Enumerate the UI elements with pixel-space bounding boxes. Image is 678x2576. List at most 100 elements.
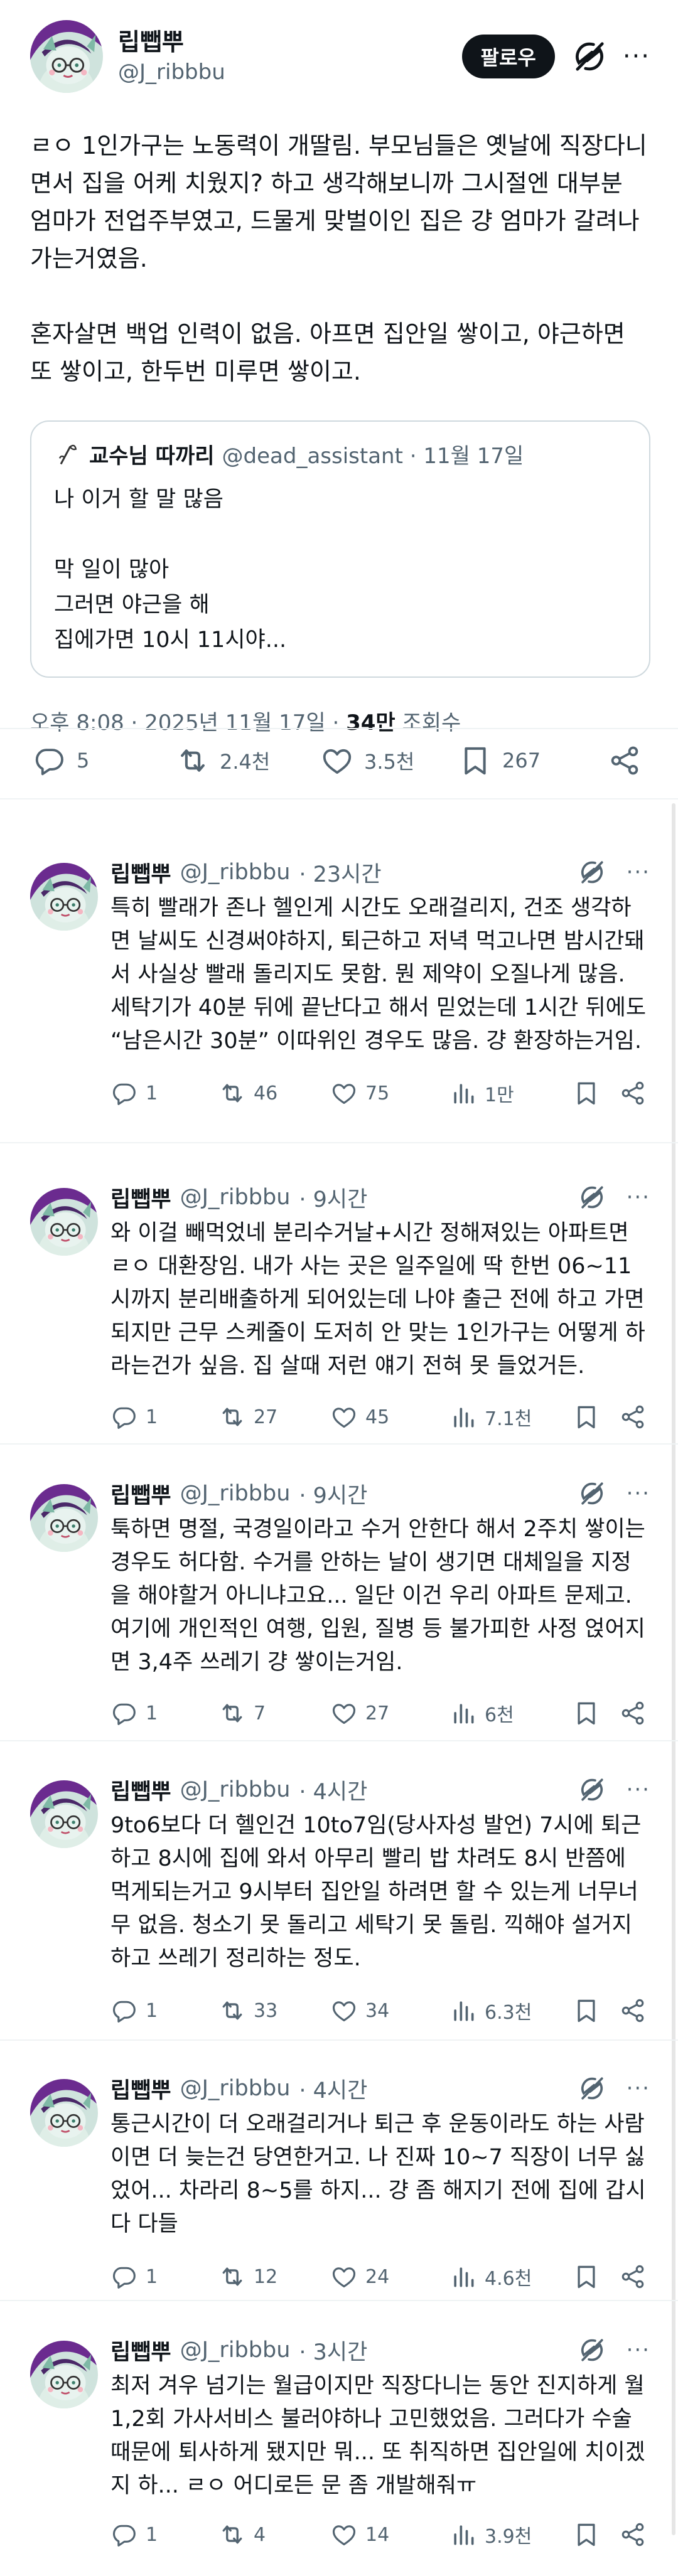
share-button[interactable] xyxy=(608,744,652,778)
like-button[interactable]: 27 xyxy=(330,1699,389,1727)
author-handle[interactable]: @J_ribbbu xyxy=(118,58,462,87)
reply-text: 툭하면 명절, 국경일이라고 수거 안한다 해서 2주치 쌓이는 경우도 허다함… xyxy=(110,1517,653,1675)
timestamp-text[interactable]: 오후 8:08 · 2025년 11월 17일 · xyxy=(30,710,346,735)
more-options-icon[interactable]: ··· xyxy=(627,860,650,885)
grok-icon[interactable] xyxy=(573,40,606,73)
views-button[interactable]: 1만 xyxy=(449,1079,514,1107)
more-options-icon[interactable]: ··· xyxy=(627,2338,650,2363)
author-handle[interactable]: @J_ribbbu xyxy=(180,1481,291,1506)
more-options-icon[interactable]: ··· xyxy=(627,2076,650,2101)
author-name[interactable]: 립뺍뿌 xyxy=(110,1774,171,1806)
avatar[interactable] xyxy=(30,1484,98,1552)
author-handle[interactable]: @J_ribbbu xyxy=(180,2076,291,2101)
bookmark-button[interactable]: 267 xyxy=(458,744,541,778)
reply-time[interactable]: · 4시간 xyxy=(299,2073,367,2105)
reply-time[interactable]: · 4시간 xyxy=(299,1774,367,1806)
reply-header: 립뺍뿌 @J_ribbbu · 23시간 ··· xyxy=(110,857,650,888)
reply-time[interactable]: · 23시간 xyxy=(299,857,381,889)
repost-button[interactable]: 46 xyxy=(218,1079,277,1107)
views-button[interactable]: 3.9천 xyxy=(449,2521,532,2548)
reply-header: 립뺍뿌 @J_ribbbu · 4시간 ··· xyxy=(110,2073,650,2104)
repost-button[interactable]: 2.4천 xyxy=(176,744,270,778)
grok-icon[interactable] xyxy=(579,2075,605,2102)
quoted-author-meta: @dead_assistant · 11월 17일 xyxy=(222,443,524,469)
share-button[interactable] xyxy=(619,1403,647,1431)
views-button[interactable]: 4.6천 xyxy=(449,2263,532,2290)
grok-icon[interactable] xyxy=(579,2337,605,2363)
reply-time[interactable]: · 9시간 xyxy=(299,1478,367,1510)
like-button[interactable]: 14 xyxy=(330,2521,389,2548)
like-button[interactable]: 75 xyxy=(330,1079,389,1107)
avatar[interactable] xyxy=(30,2341,98,2408)
reply-button[interactable]: 1 xyxy=(110,1079,158,1107)
author-handle[interactable]: @J_ribbbu xyxy=(180,1185,291,1210)
views-button[interactable]: 6.3천 xyxy=(449,1997,532,2024)
like-button[interactable]: 45 xyxy=(330,1403,389,1431)
bookmark-button[interactable] xyxy=(573,1699,608,1727)
views-count: 34만 xyxy=(346,710,396,735)
avatar[interactable] xyxy=(30,863,98,931)
like-button[interactable]: 24 xyxy=(330,2263,389,2290)
avatar[interactable] xyxy=(30,20,103,93)
bookmark-icon xyxy=(573,2263,600,2290)
reply-button[interactable]: 1 xyxy=(110,1403,158,1431)
more-options-icon[interactable]: ··· xyxy=(623,42,650,71)
repost-button[interactable]: 27 xyxy=(218,1403,277,1431)
views-label: 조회수 xyxy=(395,710,461,735)
author-name[interactable]: 립뺍뿌 xyxy=(110,1182,171,1214)
share-button[interactable] xyxy=(619,2521,647,2548)
like-button[interactable]: 34 xyxy=(330,1997,389,2024)
author-name[interactable]: 립뺍뿌 xyxy=(110,2334,171,2366)
author-name[interactable]: 립뺍뿌 xyxy=(110,857,171,889)
views-button[interactable]: 7.1천 xyxy=(449,1403,532,1431)
repost-button[interactable]: 33 xyxy=(218,1997,277,2024)
share-button[interactable] xyxy=(619,2263,647,2290)
reply-time[interactable]: · 9시간 xyxy=(299,1182,367,1214)
repost-button[interactable]: 7 xyxy=(218,1699,266,1727)
share-button[interactable] xyxy=(619,1997,647,2024)
grok-icon[interactable] xyxy=(579,1480,605,1507)
grok-icon[interactable] xyxy=(579,859,605,885)
reply-button[interactable]: 1 xyxy=(110,1997,158,2024)
share-button[interactable] xyxy=(619,1699,647,1727)
quoted-post-text: 나 이거 할 말 많음 막 일이 많아 그러면 야근을 해 집에가면 10시 1… xyxy=(54,487,287,653)
author-name[interactable]: 립뺍뿌 xyxy=(118,26,462,58)
repost-button[interactable]: 12 xyxy=(218,2263,277,2290)
like-button[interactable]: 3.5천 xyxy=(320,744,414,778)
quoted-post[interactable]: 교수님 따까리 @dead_assistant · 11월 17일 나 이거 할… xyxy=(30,420,650,678)
scrollbar[interactable] xyxy=(672,803,675,2535)
bookmark-button[interactable] xyxy=(573,1079,608,1107)
more-options-icon[interactable]: ··· xyxy=(627,1481,650,1506)
reply-time[interactable]: · 3시간 xyxy=(299,2334,367,2366)
reply-button[interactable]: 5 xyxy=(33,744,89,778)
author-handle[interactable]: @J_ribbbu xyxy=(180,860,291,885)
reply-button[interactable]: 1 xyxy=(110,1699,158,1727)
views-button[interactable]: 6천 xyxy=(449,1699,514,1727)
repost-button[interactable]: 4 xyxy=(218,2521,266,2548)
grok-icon[interactable] xyxy=(579,1777,605,1803)
bookmark-button[interactable] xyxy=(573,1403,608,1431)
reply-text: 특히 빨래가 존나 헬인게 시간도 오래걸리지, 건조 생각하면 날씨도 신경써… xyxy=(110,895,654,1054)
bookmark-icon xyxy=(573,1079,600,1107)
quoted-author-avatar-icon xyxy=(59,444,77,465)
avatar[interactable] xyxy=(30,1780,98,1848)
bookmark-button[interactable] xyxy=(573,1997,608,2024)
reply-icon xyxy=(110,2521,138,2548)
more-options-icon[interactable]: ··· xyxy=(627,1185,650,1210)
repost-icon xyxy=(218,1079,246,1107)
share-button[interactable] xyxy=(619,1079,647,1107)
bookmark-button[interactable] xyxy=(573,2263,608,2290)
author-handle[interactable]: @J_ribbbu xyxy=(180,2338,291,2363)
avatar[interactable] xyxy=(30,1188,98,1256)
like-icon xyxy=(320,744,354,778)
author-handle[interactable]: @J_ribbbu xyxy=(180,1777,291,1802)
reply-button[interactable]: 1 xyxy=(110,2521,158,2548)
author-name[interactable]: 립뺍뿌 xyxy=(110,2073,171,2105)
avatar[interactable] xyxy=(30,2079,98,2147)
follow-button[interactable]: 팔로우 xyxy=(461,35,555,78)
reply-button[interactable]: 1 xyxy=(110,2263,158,2290)
grok-icon[interactable] xyxy=(579,1184,605,1211)
more-options-icon[interactable]: ··· xyxy=(627,1777,650,1802)
author-name[interactable]: 립뺍뿌 xyxy=(110,1478,171,1510)
bookmark-button[interactable] xyxy=(573,2521,608,2548)
